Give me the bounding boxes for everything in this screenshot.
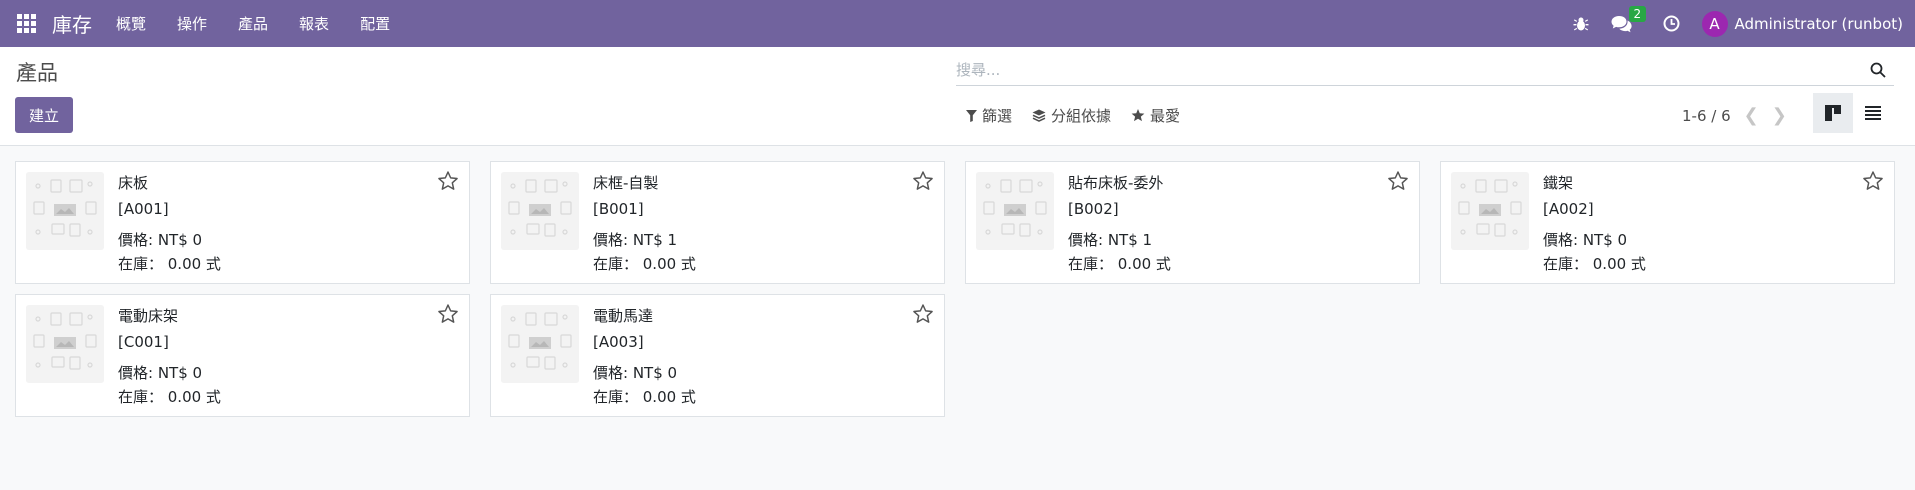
favorite-star-icon[interactable] [1387, 170, 1409, 192]
product-name: 電動床架 [118, 307, 179, 325]
menu-configuration[interactable]: 配置 [360, 13, 390, 34]
create-button[interactable]: 建立 [15, 97, 73, 133]
product-name: 床板 [118, 174, 149, 192]
avatar: A [1701, 10, 1728, 37]
favorite-star-icon[interactable] [912, 170, 934, 192]
product-image-placeholder [26, 172, 104, 250]
pager-value[interactable]: 1-6 / 6 [1682, 107, 1731, 125]
product-card[interactable]: 鐵架 [A002] 價格: NT$ 0 在庫： 0.00 式 [1440, 161, 1895, 284]
list-view-icon[interactable] [1853, 93, 1893, 133]
favorite-star-icon[interactable] [437, 170, 459, 192]
product-image-placeholder [26, 305, 104, 383]
product-stock: 在庫： 0.00 式 [118, 255, 221, 273]
product-stock: 在庫： 0.00 式 [593, 255, 696, 273]
favorites-label: 最愛 [1150, 107, 1181, 125]
product-name: 電動馬達 [593, 307, 654, 325]
menu-operations[interactable]: 操作 [177, 13, 207, 34]
product-name: 貼布床板-委外 [1068, 174, 1164, 192]
filter-label: 篩選 [982, 107, 1013, 125]
view-switcher [1813, 93, 1893, 133]
product-image-placeholder [501, 305, 579, 383]
product-reference: [C001] [118, 333, 169, 351]
product-stock: 在庫： 0.00 式 [1068, 255, 1171, 273]
filter-icon [966, 109, 977, 122]
product-reference: [B002] [1068, 200, 1119, 218]
product-card[interactable]: 電動床架 [C001] 價格: NT$ 0 在庫： 0.00 式 [15, 294, 470, 417]
filter-button[interactable]: 篩選 [966, 105, 1012, 126]
top-navbar: 庫存 概覽 操作 產品 報表 配置 2 A Administrator (run… [0, 0, 1915, 47]
product-price: 價格: NT$ 1 [593, 231, 678, 249]
favorite-star-icon[interactable] [912, 303, 934, 325]
menu-overview[interactable]: 概覽 [116, 13, 146, 34]
menu-reporting[interactable]: 報表 [299, 13, 329, 34]
page-title: 產品 [16, 61, 58, 85]
product-price: 價格: NT$ 0 [1543, 231, 1628, 249]
pager: 1-6 / 6 ❮ ❯ [1682, 105, 1787, 126]
apps-menu-icon[interactable] [0, 0, 52, 47]
group-by-button[interactable]: 分組依據 [1032, 105, 1111, 126]
product-image-placeholder [1451, 172, 1529, 250]
product-price: 價格: NT$ 0 [593, 364, 678, 382]
product-card[interactable]: 床框-自製 [B001] 價格: NT$ 1 在庫： 0.00 式 [490, 161, 945, 284]
search-options: 篩選 分組依據 最愛 [966, 105, 1200, 126]
debug-bug-icon[interactable] [1573, 0, 1589, 47]
pager-next-icon[interactable]: ❯ [1772, 105, 1787, 126]
pager-previous-icon[interactable]: ❮ [1744, 105, 1759, 126]
search-icon[interactable] [1868, 60, 1888, 80]
search-input[interactable] [956, 56, 1868, 84]
product-stock: 在庫： 0.00 式 [1543, 255, 1646, 273]
product-stock: 在庫： 0.00 式 [593, 388, 696, 406]
user-name: Administrator (runbot) [1734, 14, 1904, 33]
control-panel: 產品 建立 篩選 分組依據 [0, 47, 1915, 146]
product-card[interactable]: 貼布床板-委外 [B002] 價格: NT$ 1 在庫： 0.00 式 [965, 161, 1420, 284]
app-name[interactable]: 庫存 [52, 9, 92, 38]
favorites-button[interactable]: 最愛 [1131, 105, 1180, 126]
user-menu[interactable]: A Administrator (runbot) [1701, 10, 1904, 37]
product-price: 價格: NT$ 0 [118, 364, 203, 382]
product-name: 鐵架 [1543, 174, 1574, 192]
product-image-placeholder [976, 172, 1054, 250]
product-image-placeholder [501, 172, 579, 250]
kanban-view-icon[interactable] [1813, 93, 1853, 133]
star-icon [1131, 109, 1145, 122]
product-reference: [A002] [1543, 200, 1594, 218]
activity-clock-icon[interactable] [1663, 0, 1680, 47]
favorite-star-icon[interactable] [1862, 170, 1884, 192]
product-reference: [B001] [593, 200, 644, 218]
group-by-label: 分組依據 [1051, 107, 1112, 125]
product-reference: [A003] [593, 333, 644, 351]
product-card[interactable]: 床板 [A001] 價格: NT$ 0 在庫： 0.00 式 [15, 161, 470, 284]
product-card[interactable]: 電動馬達 [A003] 價格: NT$ 0 在庫： 0.00 式 [490, 294, 945, 417]
product-stock: 在庫： 0.00 式 [118, 388, 221, 406]
product-price: 價格: NT$ 0 [118, 231, 203, 249]
product-reference: [A001] [118, 200, 169, 218]
messages-chat-icon[interactable]: 2 [1611, 0, 1647, 47]
favorite-star-icon[interactable] [437, 303, 459, 325]
menu-products[interactable]: 產品 [238, 13, 268, 34]
messages-badge: 2 [1628, 6, 1647, 22]
layers-icon [1032, 109, 1046, 122]
search-bar [956, 55, 1894, 86]
product-price: 價格: NT$ 1 [1068, 231, 1153, 249]
product-name: 床框-自製 [593, 174, 659, 192]
